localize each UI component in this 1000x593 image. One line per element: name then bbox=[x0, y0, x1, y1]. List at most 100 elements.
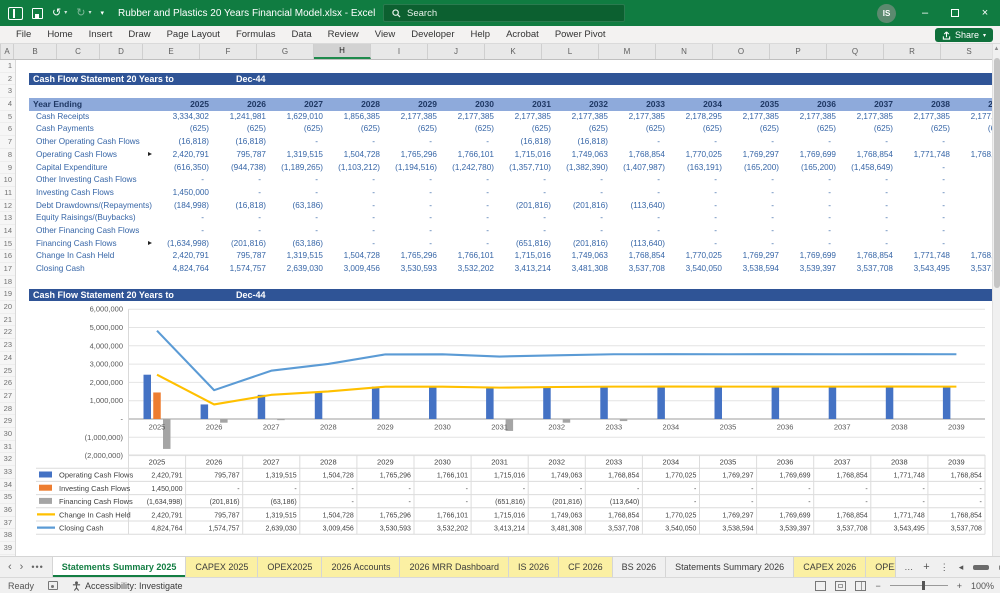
zoom-out-icon[interactable]: − bbox=[875, 581, 880, 591]
cell[interactable]: - bbox=[842, 225, 899, 238]
column-header-F[interactable]: F bbox=[200, 44, 257, 59]
cell[interactable]: 2,178,295 bbox=[671, 111, 728, 124]
row-number-20[interactable]: 20 bbox=[0, 301, 15, 314]
cell[interactable]: 2037 bbox=[842, 98, 899, 111]
cell[interactable]: 2039 bbox=[956, 98, 992, 111]
row-number-11[interactable]: 11 bbox=[0, 187, 15, 200]
cell[interactable]: - bbox=[272, 225, 329, 238]
cell[interactable]: 1,768,854 bbox=[956, 149, 992, 162]
cell[interactable]: (201,816) bbox=[557, 238, 614, 251]
cell[interactable]: - bbox=[785, 136, 842, 149]
column-header-R[interactable]: R bbox=[884, 44, 941, 59]
cell[interactable]: - bbox=[785, 200, 842, 213]
cell[interactable]: (165,200) bbox=[728, 162, 785, 175]
hidden-tabs-icon[interactable]: … bbox=[904, 562, 913, 572]
sheet-tab-statements-summary-2026[interactable]: Statements Summary 2026 bbox=[666, 557, 795, 577]
cell[interactable]: 2036 bbox=[785, 98, 842, 111]
minimize-button[interactable]: – bbox=[910, 0, 940, 26]
cell[interactable]: 1,771,748 bbox=[899, 250, 956, 263]
cell[interactable]: (1,407,987) bbox=[614, 162, 671, 175]
chart-title-banner[interactable]: Cash Flow Statement 20 Years to Dec-44 bbox=[29, 288, 992, 302]
cell[interactable]: - bbox=[215, 212, 272, 225]
cell[interactable]: 1,715,016 bbox=[500, 149, 557, 162]
cell[interactable]: - bbox=[728, 212, 785, 225]
cell[interactable]: (1,194,516) bbox=[386, 162, 443, 175]
row-label[interactable]: Investing Cash Flows bbox=[29, 187, 158, 200]
cell[interactable]: 2038 bbox=[899, 98, 956, 111]
cell[interactable]: 3,009,456 bbox=[329, 263, 386, 276]
cell[interactable]: - bbox=[500, 225, 557, 238]
cell[interactable]: 2031 bbox=[500, 98, 557, 111]
cell[interactable]: (625) bbox=[956, 123, 992, 136]
ribbon-tab-power-pivot[interactable]: Power Pivot bbox=[547, 26, 614, 44]
cell[interactable]: - bbox=[386, 200, 443, 213]
cell[interactable]: - bbox=[785, 174, 842, 187]
cell[interactable]: - bbox=[671, 136, 728, 149]
row-label[interactable]: Other Operating Cash Flows bbox=[29, 136, 158, 149]
cell[interactable]: - bbox=[614, 212, 671, 225]
cell[interactable]: 2,177,385 bbox=[557, 111, 614, 124]
cell[interactable]: - bbox=[386, 136, 443, 149]
row-number-15[interactable]: 15 bbox=[0, 238, 15, 251]
cell[interactable]: - bbox=[785, 225, 842, 238]
row-number-28[interactable]: 28 bbox=[0, 403, 15, 416]
row-label[interactable]: Cash Receipts bbox=[29, 111, 158, 124]
cell[interactable]: - bbox=[956, 187, 992, 200]
cell[interactable]: - bbox=[329, 200, 386, 213]
cell[interactable]: (63,186) bbox=[272, 200, 329, 213]
cell[interactable]: 1,629,010 bbox=[272, 111, 329, 124]
cell[interactable]: (625) bbox=[158, 123, 215, 136]
cell[interactable]: (16,818) bbox=[215, 136, 272, 149]
cell[interactable]: 3,334,302 bbox=[158, 111, 215, 124]
cell[interactable]: 1,769,297 bbox=[728, 250, 785, 263]
cell[interactable]: 3,543,495 bbox=[899, 263, 956, 276]
customize-qat-icon[interactable]: ▾ bbox=[100, 10, 104, 17]
cell[interactable]: - bbox=[956, 174, 992, 187]
ribbon-tab-home[interactable]: Home bbox=[39, 26, 80, 44]
cell[interactable]: (1,382,390) bbox=[557, 162, 614, 175]
cell[interactable]: (16,818) bbox=[158, 136, 215, 149]
save-icon[interactable] bbox=[32, 7, 43, 19]
cell[interactable]: - bbox=[614, 187, 671, 200]
column-header-B[interactable]: B bbox=[14, 44, 57, 59]
row-number-34[interactable]: 34 bbox=[0, 479, 15, 492]
row-number-37[interactable]: 37 bbox=[0, 517, 15, 530]
cell[interactable]: 1,856,385 bbox=[329, 111, 386, 124]
sheet-tab-statements-summary-2025[interactable]: Statements Summary 2025 bbox=[51, 557, 187, 577]
row-label[interactable]: Capital Expenditure bbox=[29, 162, 158, 175]
ribbon-tab-review[interactable]: Review bbox=[320, 26, 367, 44]
row-number-36[interactable]: 36 bbox=[0, 504, 15, 517]
ribbon-tab-data[interactable]: Data bbox=[284, 26, 320, 44]
cell[interactable]: - bbox=[272, 136, 329, 149]
cell[interactable]: (625) bbox=[215, 123, 272, 136]
macro-record-icon[interactable] bbox=[48, 581, 59, 590]
cell[interactable]: 795,787 bbox=[215, 149, 272, 162]
cell[interactable]: 2,177,385 bbox=[785, 111, 842, 124]
cell[interactable]: 1,770,025 bbox=[671, 149, 728, 162]
avatar[interactable]: IS bbox=[877, 3, 896, 23]
cell[interactable]: 1,715,016 bbox=[500, 250, 557, 263]
cell[interactable]: 3,537,708 bbox=[842, 263, 899, 276]
cell[interactable]: 3,538,594 bbox=[728, 263, 785, 276]
cell[interactable]: - bbox=[671, 187, 728, 200]
column-header-I[interactable]: I bbox=[371, 44, 428, 59]
row-number-26[interactable]: 26 bbox=[0, 377, 15, 390]
row-number-6[interactable]: 6 bbox=[0, 123, 15, 137]
cell[interactable]: 2028 bbox=[329, 98, 386, 111]
cell[interactable]: - bbox=[386, 238, 443, 251]
cell[interactable]: (113,640) bbox=[614, 238, 671, 251]
row-number-16[interactable]: 16 bbox=[0, 250, 15, 263]
cash-flow-chart[interactable]: 6,000,000 5,000,000 4,000,000 3,000,000 2,00… bbox=[30, 302, 992, 556]
row-number-24[interactable]: 24 bbox=[0, 352, 15, 365]
cell[interactable]: - bbox=[899, 238, 956, 251]
cell[interactable]: - bbox=[158, 225, 215, 238]
row-number-8[interactable]: 8 bbox=[0, 149, 15, 162]
cell[interactable]: (63,186) bbox=[272, 238, 329, 251]
row-number-23[interactable]: 23 bbox=[0, 339, 15, 352]
ribbon-tab-view[interactable]: View bbox=[367, 26, 403, 44]
year-ending-label[interactable]: Year Ending bbox=[29, 98, 158, 111]
row-number-19[interactable]: 19 bbox=[0, 288, 15, 302]
cell[interactable]: - bbox=[386, 212, 443, 225]
row-number-38[interactable]: 38 bbox=[0, 529, 15, 543]
cell[interactable]: (625) bbox=[614, 123, 671, 136]
